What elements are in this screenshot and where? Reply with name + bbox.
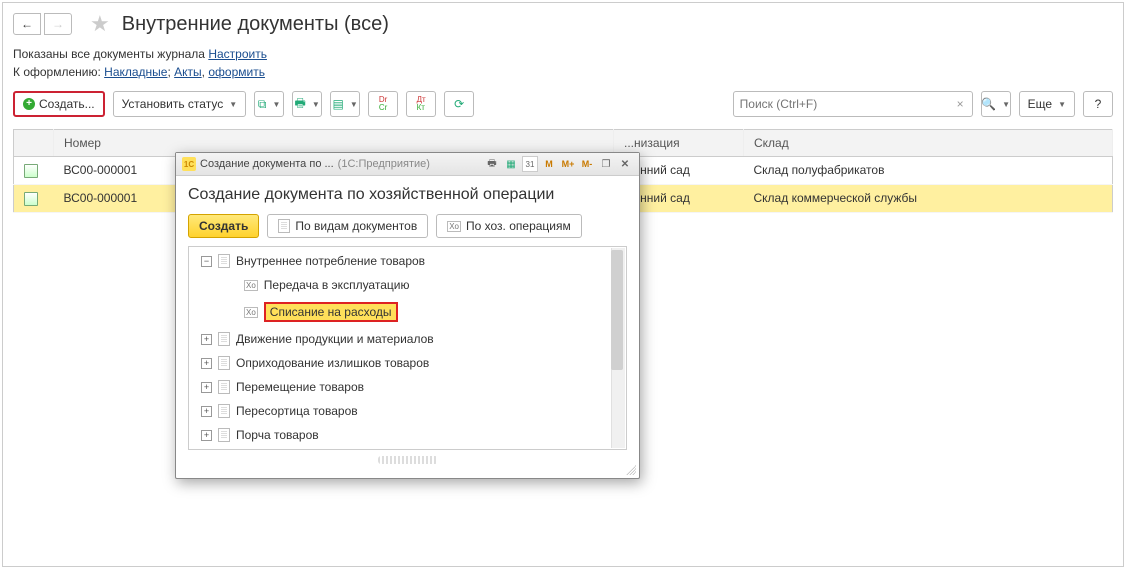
journal-info-line: Показаны все документы журнала Настроить (13, 47, 1113, 61)
search-button[interactable]: 🔍▼ (981, 91, 1011, 117)
titlebar-restore-icon[interactable]: ❐ (598, 156, 614, 172)
help-icon: ? (1095, 97, 1102, 111)
journal-info-text: Показаны все документы журнала (13, 47, 208, 61)
refresh-icon: ⟳ (454, 97, 464, 111)
create-button[interactable]: + Создать... (13, 91, 105, 117)
pending-docs-line: К оформлению: Накладные; Акты, оформить (13, 65, 1113, 79)
tree-item[interactable]: + Порча товаров (189, 423, 626, 447)
create-button-label: Создать... (39, 97, 95, 111)
xo-icon: Xo (447, 221, 461, 232)
document-icon (218, 332, 230, 346)
favorite-star-icon[interactable]: ★ (90, 11, 110, 37)
document-icon (218, 380, 230, 394)
xo-icon: Xo (244, 307, 258, 318)
copy-button[interactable]: ⧉▼ (254, 91, 284, 117)
dialog-titlebar[interactable]: 1C Создание документа по ... (1С:Предпри… (176, 153, 639, 176)
titlebar-close-icon[interactable]: ✕ (617, 156, 633, 172)
dialog-resize-grip[interactable] (378, 456, 438, 464)
dialog-title-text: Создание документа по ... (200, 158, 334, 170)
help-button[interactable]: ? (1083, 91, 1113, 117)
tree-item[interactable]: + Оприходование излишков товаров (189, 351, 626, 375)
tree-item-label: Перемещение товаров (236, 380, 364, 394)
process-link[interactable]: оформить (208, 65, 265, 79)
titlebar-grid-icon[interactable]: ▦ (503, 156, 519, 172)
by-operations-label: По хоз. операциям (466, 219, 571, 233)
page-title: Внутренние документы (все) (122, 13, 389, 36)
expand-icon[interactable]: + (201, 358, 212, 369)
tree-item-label: Порча товаров (236, 428, 319, 442)
search-icon: 🔍 (981, 97, 996, 111)
pending-prefix: К оформлению: (13, 65, 104, 79)
xo-icon: Xo (244, 280, 258, 291)
cell-store: Склад коммерческой службы (744, 184, 1113, 212)
document-icon (218, 254, 230, 268)
tree-item-label: Движение продукции и материалов (236, 332, 434, 346)
create-document-dialog: 1C Создание документа по ... (1С:Предпри… (175, 152, 640, 479)
print-button[interactable]: 🖶▼ (292, 91, 322, 117)
acts-link[interactable]: Акты (174, 65, 202, 79)
drcr-button[interactable]: DrCr (368, 91, 398, 117)
more-button[interactable]: Еще▼ (1019, 91, 1075, 117)
copy-icon: ⧉ (258, 97, 267, 112)
dialog-corner-resize[interactable] (626, 465, 636, 475)
refresh-button[interactable]: ⟳ (444, 91, 474, 117)
by-operations-button[interactable]: Xo По хоз. операциям (436, 214, 582, 238)
document-icon (218, 404, 230, 418)
tree-item[interactable]: Xo Передача в эксплуатацию (189, 273, 626, 297)
tree-item[interactable]: Xo Списание на расходы (189, 297, 626, 327)
by-doc-types-label: По видам документов (295, 219, 417, 233)
expand-icon[interactable]: + (201, 406, 212, 417)
tree-item-label: Передача в эксплуатацию (264, 278, 410, 292)
tree-scrollbar[interactable] (611, 248, 625, 448)
titlebar-mplus-icon[interactable]: M+ (560, 156, 576, 172)
document-icon (218, 356, 230, 370)
document-icon (278, 219, 290, 233)
collapse-icon[interactable]: − (201, 256, 212, 267)
search-field[interactable]: × (733, 91, 973, 117)
print-icon: 🖶 (295, 94, 306, 115)
nav-back-button[interactable]: ← (13, 13, 41, 35)
titlebar-m-icon[interactable]: M (541, 156, 557, 172)
clear-search-icon[interactable]: × (953, 97, 968, 111)
by-doc-types-button[interactable]: По видам документов (267, 214, 428, 238)
search-input[interactable] (738, 96, 953, 112)
cell-store: Склад полуфабрикатов (744, 157, 1113, 185)
expand-icon[interactable]: + (201, 334, 212, 345)
nav-forward-button[interactable]: → (44, 13, 72, 35)
dtkt-button[interactable]: ДтКт (406, 91, 436, 117)
tree-item[interactable]: + Движение продукции и материалов (189, 327, 626, 351)
more-label: Еще (1028, 97, 1052, 111)
tree-item-label: Списание на расходы (264, 302, 398, 322)
operations-tree[interactable]: − Внутреннее потребление товаров Xo Передач… (188, 246, 627, 450)
plus-icon: + (23, 98, 35, 110)
report-icon: ▤ (332, 97, 343, 111)
dialog-create-button[interactable]: Создать (188, 214, 259, 238)
tree-item-label: Внутреннее потребление товаров (236, 254, 425, 268)
tree-item-label: Оприходование излишков товаров (236, 356, 429, 370)
chevron-down-icon: ▼ (229, 100, 237, 109)
tree-item[interactable]: + Пересортица товаров (189, 399, 626, 423)
titlebar-calendar-icon[interactable]: 31 (522, 156, 538, 172)
expand-icon[interactable]: + (201, 430, 212, 441)
dialog-subtitle-text: (1С:Предприятие) (338, 158, 430, 170)
row-status-icon (24, 192, 38, 206)
tree-item[interactable]: − Внутреннее потребление товаров (189, 249, 626, 273)
reports-button[interactable]: ▤▼ (330, 91, 360, 117)
set-status-button[interactable]: Установить статус ▼ (113, 91, 247, 117)
row-status-icon (24, 164, 38, 178)
titlebar-print-icon[interactable]: 🖶 (484, 156, 500, 172)
document-icon (218, 428, 230, 442)
dialog-heading: Создание документа по хозяйственной опер… (188, 186, 627, 204)
scrollbar-thumb[interactable] (611, 250, 623, 370)
invoices-link[interactable]: Накладные (104, 65, 167, 79)
configure-link[interactable]: Настроить (208, 47, 267, 61)
onec-logo-icon: 1C (182, 157, 196, 171)
expand-icon[interactable]: + (201, 382, 212, 393)
col-store[interactable]: Склад (744, 130, 1113, 157)
set-status-label: Установить статус (122, 97, 224, 111)
tree-item-label: Пересортица товаров (236, 404, 358, 418)
titlebar-mminus-icon[interactable]: M- (579, 156, 595, 172)
tree-item[interactable]: + Перемещение товаров (189, 375, 626, 399)
